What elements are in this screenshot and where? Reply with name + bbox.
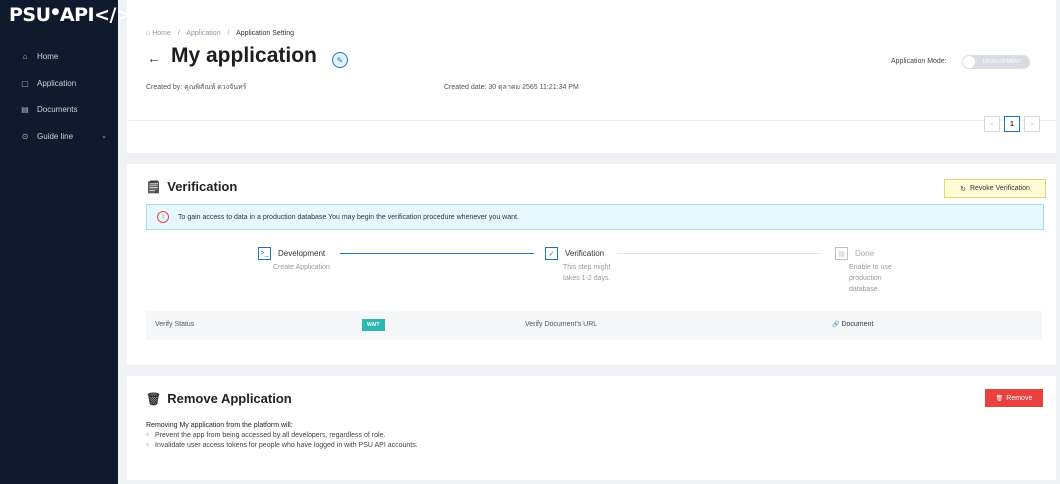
- psu-api-logo[interactable]: PSU●API</>: [9, 4, 132, 30]
- revoke-label: Revoke Verification: [969, 185, 1030, 192]
- trash-icon: 🗑: [995, 395, 1004, 402]
- created-date-label: Created date:: [444, 84, 487, 91]
- document-link[interactable]: 🔗 Document: [832, 321, 873, 328]
- list-item: Invalidate user access tokens for people…: [146, 441, 418, 451]
- remove-button-label: Remove: [1006, 394, 1033, 402]
- clipboard-icon: 🗒: [146, 179, 162, 194]
- verification-info-alert: ! To gain access to data in a production…: [146, 204, 1044, 230]
- breadcrumb-separator: /: [227, 30, 230, 37]
- status-badge: WAIT: [362, 319, 385, 331]
- pagination-next-button[interactable]: ›: [1024, 116, 1040, 132]
- breadcrumb-current: Application Setting: [236, 30, 295, 37]
- created-by-value: คุณพิสัณห์ ดวงจันทร์: [184, 84, 247, 91]
- sidebar-item-documents[interactable]: ▤ Documents: [0, 98, 118, 120]
- verification-panel: 🗒 Verification ↻ Revoke Verification ! T…: [127, 164, 1056, 365]
- sidebar-item-home[interactable]: ⌂ Home: [0, 45, 118, 67]
- document-link-label: Document: [841, 321, 874, 328]
- sidebar-item-guide-line[interactable]: ⊙ Guide line ⌄: [0, 125, 118, 147]
- terminal-icon: >_: [258, 247, 271, 260]
- clipboard-check-icon: ✓: [545, 247, 558, 260]
- application-mode-toggle[interactable]: DEVELOPMENT: [962, 55, 1030, 69]
- remove-lead-text: Removing My application from the platfor…: [146, 422, 293, 429]
- link-icon: 🔗: [832, 322, 840, 328]
- divider: [127, 120, 1056, 121]
- info-icon: !: [157, 211, 169, 223]
- breadcrumb-application[interactable]: Application: [186, 30, 220, 37]
- toggle-label: DEVELOPMENT: [983, 59, 1021, 65]
- remove-application-panel: 🗑 Remove Application 🗑 Remove Removing M…: [127, 376, 1056, 480]
- step-description: This step might takes 1-2 days.: [563, 264, 611, 282]
- logo-text-api: API</>: [59, 4, 132, 26]
- step-connector: [340, 253, 534, 254]
- sidebar-item-label: Home: [37, 51, 59, 61]
- pagination-page-button[interactable]: 1: [1004, 116, 1020, 132]
- home-icon: ⌂: [22, 51, 28, 61]
- logo-dot: ●: [51, 7, 60, 17]
- edit-icon[interactable]: ✎: [332, 52, 348, 68]
- page-title: My application: [171, 44, 317, 67]
- step-description: Create Application: [273, 264, 330, 271]
- verify-document-url-label: Verify Document's URL: [525, 321, 598, 328]
- trash-icon: 🗑: [146, 391, 162, 406]
- verification-title: Verification: [167, 179, 238, 194]
- remove-consequences-list: Prevent the app from being accessed by a…: [146, 431, 418, 451]
- compass-icon: ⊙: [21, 131, 29, 141]
- remove-title: Remove Application: [167, 391, 292, 406]
- document-icon: ▤: [21, 104, 29, 114]
- sidebar-item-application[interactable]: ▢ Application: [0, 72, 118, 94]
- remove-heading: 🗑 Remove Application: [146, 391, 292, 406]
- breadcrumb-separator: /: [177, 30, 180, 37]
- alert-text: To gain access to data in a production d…: [178, 213, 519, 221]
- verify-status-row: Verify Status WAIT Verify Document's URL…: [146, 311, 1042, 340]
- document-icon: ▤: [835, 247, 848, 260]
- application-mode-label: Application Mode:: [891, 58, 947, 65]
- step-verification: ✓ Verification: [545, 247, 604, 260]
- application-icon: ▢: [21, 78, 29, 88]
- step-connector: [617, 253, 822, 254]
- refresh-icon: ↻: [960, 185, 966, 193]
- verification-heading: 🗒 Verification: [146, 179, 237, 194]
- created-date: Created date: 30 ตุลาคม 2565 11:21:34 PM: [444, 82, 579, 93]
- chevron-down-icon[interactable]: ⌄: [101, 132, 107, 140]
- sidebar: PSU●API</> ⌂ Home ▢ Application ▤ Docume…: [0, 0, 132, 484]
- created-date-value: 30 ตุลาคม 2565 11:21:34 PM: [488, 84, 579, 91]
- breadcrumb-home[interactable]: Home: [152, 30, 171, 37]
- home-icon: ⌂: [146, 30, 151, 37]
- step-title: Development: [278, 249, 326, 258]
- toggle-knob: [963, 56, 975, 68]
- verify-status-label: Verify Status: [155, 321, 195, 328]
- revoke-verification-button[interactable]: ↻ Revoke Verification: [944, 179, 1046, 198]
- application-header-panel: ⌂ Home / Application / Application Setti…: [127, 0, 1056, 153]
- back-arrow-icon[interactable]: ←: [147, 50, 161, 66]
- step-title: Verification: [565, 249, 605, 258]
- created-by-label: Created by:: [146, 84, 183, 91]
- step-development: >_ Development: [258, 247, 325, 260]
- sidebar-item-label: Guide line: [37, 131, 74, 141]
- breadcrumb: ⌂ Home / Application / Application Setti…: [146, 30, 294, 37]
- step-title: Done: [855, 249, 875, 258]
- pagination-prev-button[interactable]: ‹: [984, 116, 1000, 132]
- sidebar-item-label: Documents: [37, 104, 78, 114]
- remove-button[interactable]: 🗑 Remove: [985, 389, 1043, 407]
- created-by: Created by: คุณพิสัณห์ ดวงจันทร์: [146, 82, 246, 93]
- sidebar-item-label: Application: [37, 78, 77, 88]
- logo-text-psu: PSU: [9, 4, 51, 26]
- step-description: Enable to use production database.: [849, 264, 892, 293]
- list-item: Prevent the app from being accessed by a…: [146, 431, 418, 441]
- step-done: ▤ Done: [835, 247, 874, 260]
